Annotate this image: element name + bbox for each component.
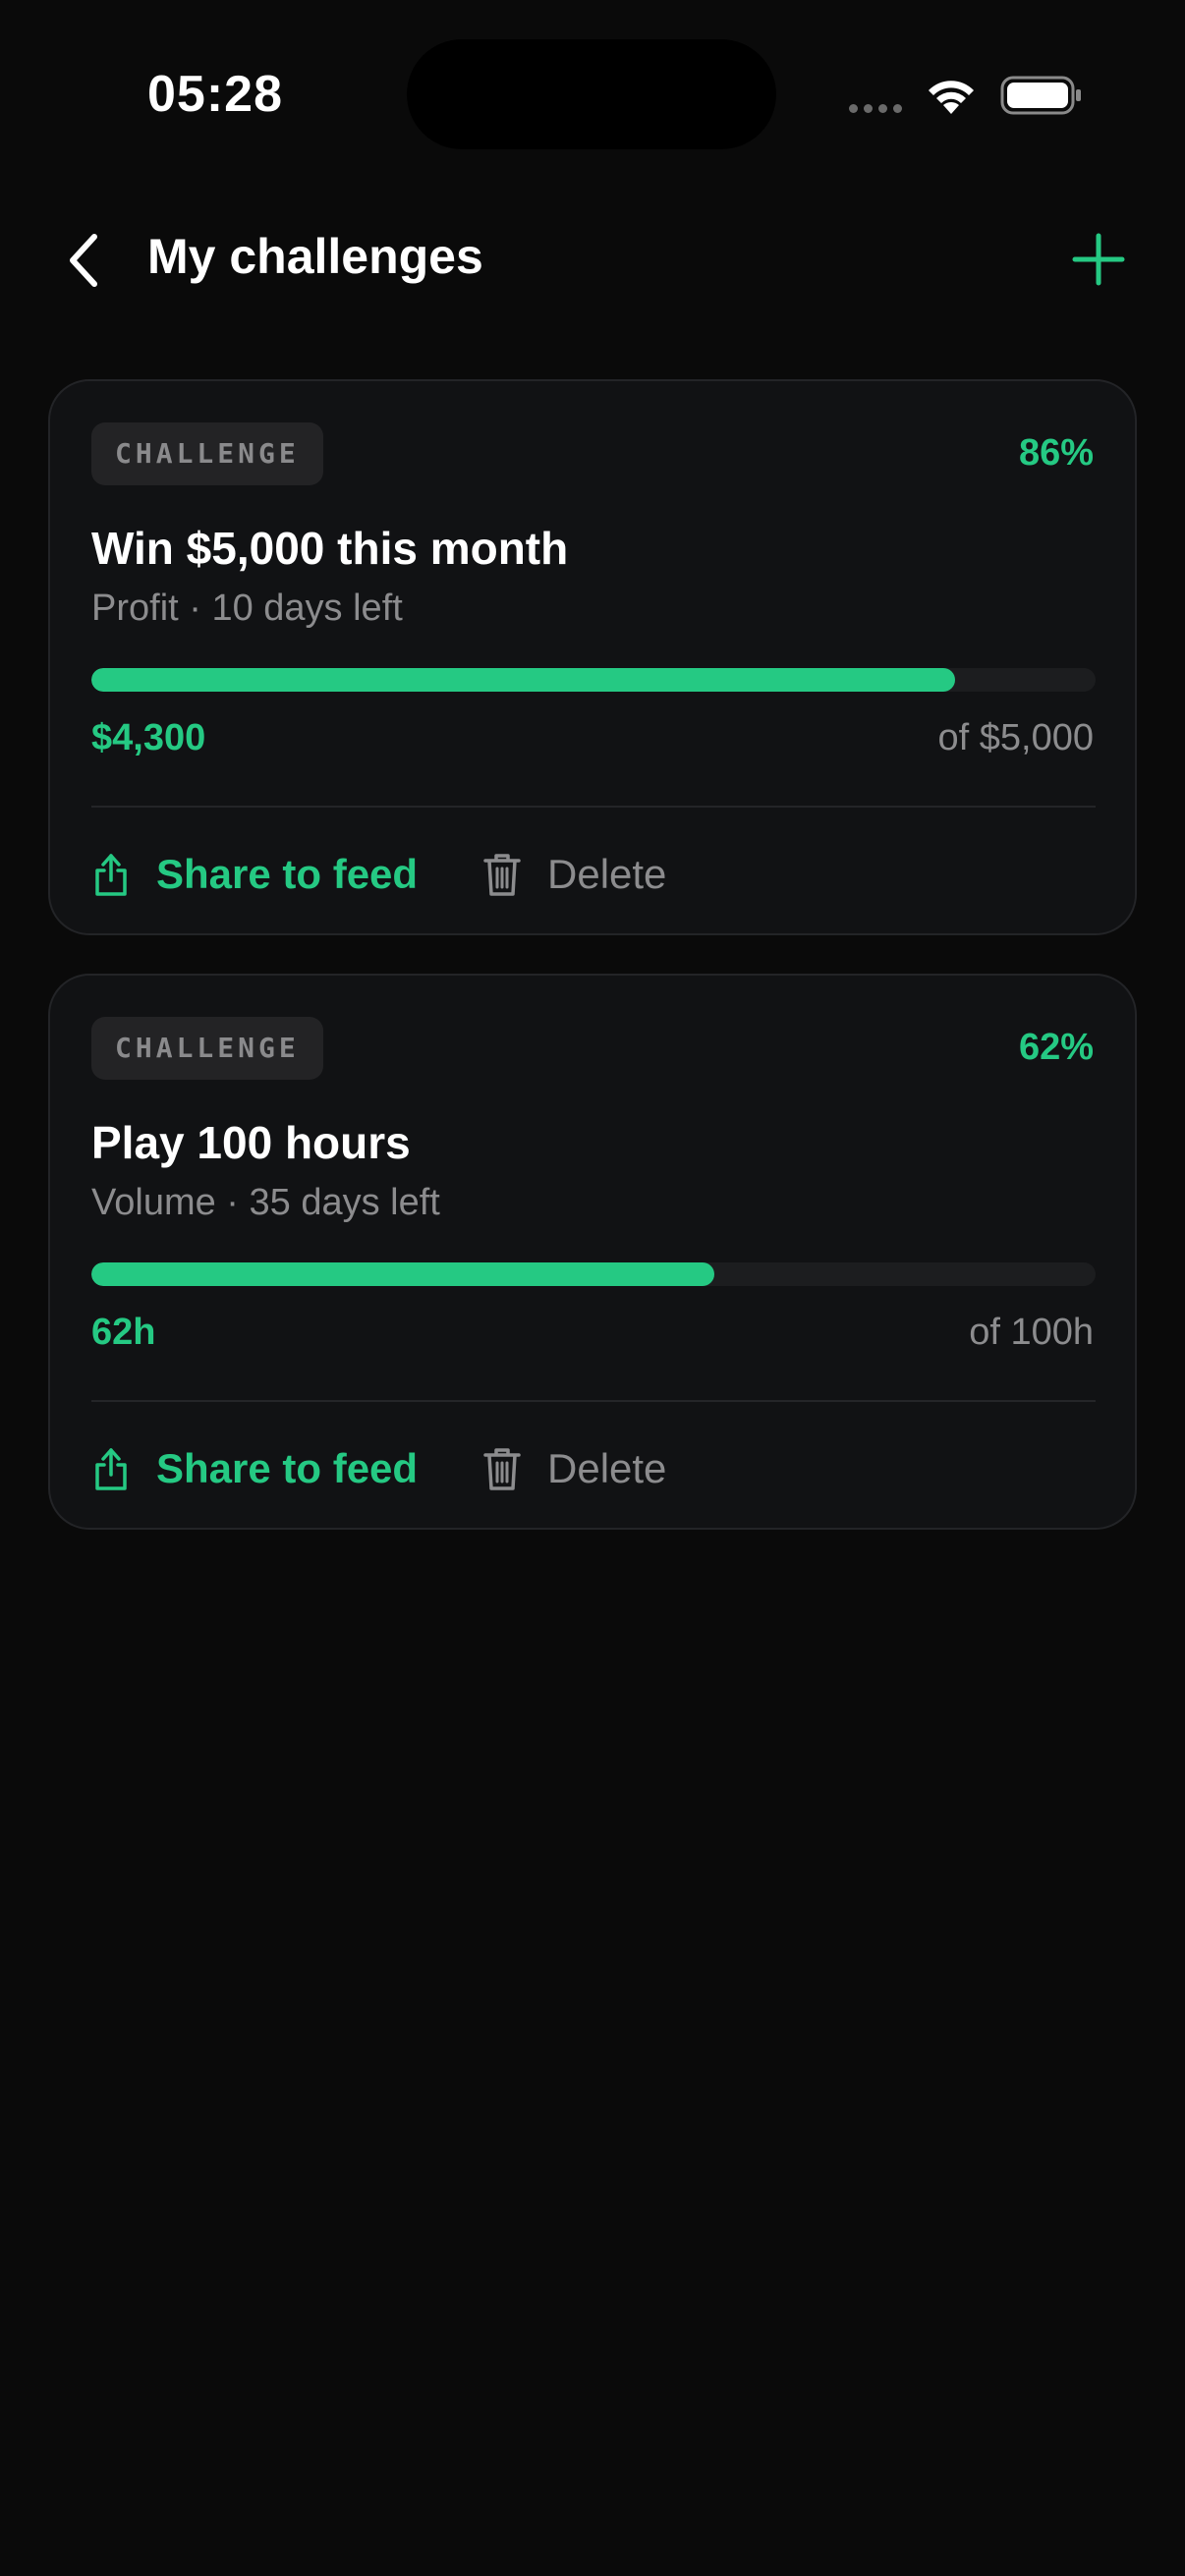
challenge-badge: CHALLENGE [91, 1017, 323, 1080]
back-button[interactable] [55, 226, 114, 295]
progress-percent: 86% [1018, 432, 1094, 474]
divider [91, 1400, 1096, 1402]
delete-button[interactable]: Delete [482, 843, 666, 906]
target-value: of 100h [969, 1312, 1094, 1353]
challenge-subtitle: Profit · 10 days left [91, 588, 403, 629]
cellular-signal-icon [849, 104, 902, 113]
status-bar: 05:28 [0, 0, 1185, 187]
share-to-feed-label: Share to feed [156, 1445, 419, 1491]
delete-label: Delete [547, 1445, 667, 1491]
challenge-card[interactable]: CHALLENGE 62% Play 100 hours Volume · 35… [48, 974, 1137, 1530]
share-icon [91, 1445, 131, 1492]
progress-percent: 62% [1018, 1027, 1094, 1068]
trash-icon [482, 1445, 522, 1492]
current-value: $4,300 [91, 717, 206, 758]
page-title: My challenges [147, 229, 483, 284]
wifi-icon [924, 75, 979, 116]
challenge-badge: CHALLENGE [91, 422, 323, 485]
share-to-feed-label: Share to feed [156, 851, 419, 897]
target-value: of $5,000 [937, 717, 1094, 758]
chevron-left-icon [65, 231, 104, 290]
current-value: 62h [91, 1312, 156, 1353]
trash-icon [482, 851, 522, 898]
challenge-title: Win $5,000 this month [91, 523, 569, 574]
challenge-card[interactable]: CHALLENGE 86% Win $5,000 this month Prof… [48, 379, 1137, 935]
battery-icon [1000, 75, 1083, 116]
header: My challenges [0, 206, 1185, 314]
share-icon [91, 851, 131, 898]
challenge-subtitle: Volume · 35 days left [91, 1182, 440, 1223]
status-time: 05:28 [147, 66, 283, 123]
delete-label: Delete [547, 851, 667, 897]
divider [91, 806, 1096, 808]
progress-fill [91, 668, 955, 692]
share-to-feed-button[interactable]: Share to feed [91, 1437, 418, 1500]
progress-bar [91, 668, 1096, 692]
delete-button[interactable]: Delete [482, 1437, 666, 1500]
plus-icon [1072, 233, 1125, 286]
progress-bar [91, 1262, 1096, 1286]
challenge-title: Play 100 hours [91, 1117, 411, 1168]
progress-fill [91, 1262, 714, 1286]
dynamic-island [407, 39, 776, 149]
add-challenge-button[interactable] [1067, 228, 1130, 291]
share-to-feed-button[interactable]: Share to feed [91, 843, 418, 906]
